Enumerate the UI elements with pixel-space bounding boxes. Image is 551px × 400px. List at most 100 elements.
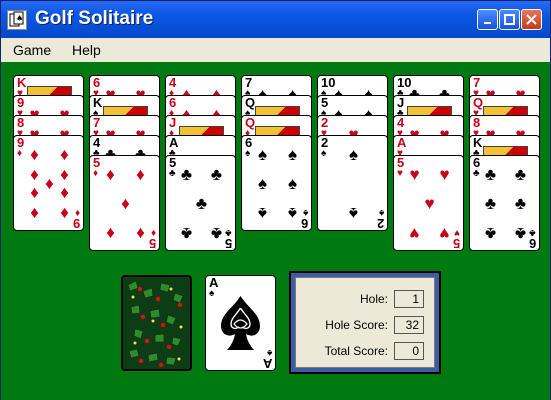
heart-icon: ♥ bbox=[409, 165, 420, 184]
spade-icon: ♠ bbox=[257, 204, 268, 223]
card-rank: 5 bbox=[148, 236, 156, 251]
close-icon bbox=[526, 14, 537, 25]
diamond-icon: ♦ bbox=[150, 227, 156, 238]
spade-icon: ♠ bbox=[266, 347, 272, 358]
tableau-card[interactable]: 9 ♦ ♦ ♦ ♦ ♦ ♦ ♦ ♦ ♦ ♦ 9 ♦ bbox=[13, 135, 84, 231]
diamond-icon: ♦ bbox=[121, 194, 130, 213]
club-icon: ♣ bbox=[514, 194, 527, 213]
tableau-card[interactable]: 5 ♦ ♦ ♦ ♦ ♦ ♦ 5 ♦ bbox=[89, 155, 160, 251]
card-rank: 9 bbox=[72, 216, 80, 231]
hole-label: Hole: bbox=[359, 292, 388, 306]
tableau-card[interactable]: 5 ♥ ♥ ♥ ♥ ♥ ♥ 5 ♥ bbox=[393, 155, 464, 251]
diamond-icon: ♦ bbox=[30, 204, 39, 223]
spade-icon: ♠ bbox=[348, 204, 359, 223]
heart-icon: ♥ bbox=[439, 224, 450, 243]
club-icon: ♣ bbox=[484, 224, 497, 243]
card-pips: ♣ ♣ ♣ ♣ ♣ ♣ bbox=[482, 165, 529, 243]
diamond-icon: ♦ bbox=[93, 168, 99, 179]
menu-help[interactable]: Help bbox=[72, 42, 101, 58]
spade-icon: ♠ bbox=[378, 207, 384, 218]
card-pips: ♠ ♠ ♠ ♠ ♠ ♠ bbox=[254, 145, 301, 223]
score-panel: Hole: 1 Hole Score: 32 Total Score: 0 bbox=[289, 271, 441, 374]
app-icon[interactable]: ♠ bbox=[7, 10, 27, 30]
ace-of-spades-icon bbox=[221, 296, 260, 350]
heart-icon: ♥ bbox=[409, 224, 420, 243]
spade-icon: ♠ bbox=[287, 204, 298, 223]
diamond-icon: ♦ bbox=[136, 165, 145, 184]
tableau-card[interactable]: 6 ♣ ♣ ♣ ♣ ♣ ♣ ♣ 6 ♣ bbox=[469, 155, 540, 251]
card-pips: ♣ ♣ ♣ ♣ ♣ bbox=[178, 165, 225, 243]
menu-game[interactable]: Game bbox=[13, 42, 51, 58]
diamond-icon: ♦ bbox=[106, 165, 115, 184]
game-table: A ♠ A ♠ Hole: 1 Hole Score: 32 Total Sco… bbox=[1, 62, 550, 400]
hole-value: 1 bbox=[394, 290, 424, 308]
card-rank: 6 bbox=[300, 216, 308, 231]
heart-icon: ♥ bbox=[397, 168, 403, 179]
tableau-card[interactable]: 6 ♠ ♠ ♠ ♠ ♠ ♠ ♠ 6 ♠ bbox=[241, 135, 312, 231]
spade-icon: ♠ bbox=[321, 148, 327, 159]
tableau-card[interactable]: 5 ♣ ♣ ♣ ♣ ♣ ♣ 5 ♣ bbox=[165, 155, 236, 251]
heart-icon: ♥ bbox=[439, 165, 450, 184]
spade-icon: ♠ bbox=[245, 148, 251, 159]
club-icon: ♣ bbox=[529, 227, 536, 238]
spade-icon: ♠ bbox=[257, 145, 268, 164]
diamond-icon: ♦ bbox=[60, 184, 69, 203]
diamond-icon: ♦ bbox=[136, 224, 145, 243]
heart-icon: ♥ bbox=[454, 227, 460, 238]
diamond-icon: ♦ bbox=[30, 184, 39, 203]
total-score-value: 0 bbox=[394, 342, 424, 360]
card-pips: ♦ ♦ ♦ ♦ ♦ bbox=[102, 165, 149, 243]
diamond-icon: ♦ bbox=[60, 145, 69, 164]
club-icon: ♣ bbox=[180, 165, 193, 184]
spade-icon: ♠ bbox=[287, 145, 298, 164]
maximize-button[interactable] bbox=[499, 9, 520, 30]
club-icon: ♣ bbox=[210, 165, 223, 184]
window-title: Golf Solitaire bbox=[35, 8, 154, 29]
card-pips: ♥ ♥ ♥ ♥ ♥ bbox=[406, 165, 453, 243]
card-rank: 5 bbox=[452, 236, 460, 251]
minimize-icon bbox=[483, 21, 491, 24]
spade-icon: ♠ bbox=[209, 288, 215, 299]
diamond-icon: ♦ bbox=[30, 145, 39, 164]
maximize-icon bbox=[504, 14, 515, 25]
card-pips: ♠ ♠ bbox=[330, 146, 377, 223]
minimize-button[interactable] bbox=[477, 9, 498, 30]
svg-text:♠: ♠ bbox=[16, 14, 23, 23]
holly-card-back-icon bbox=[123, 277, 190, 369]
menu-bar: Game Help bbox=[1, 38, 550, 62]
tableau-card[interactable]: 2 ♠ ♠ ♠ 2 ♠ bbox=[317, 135, 388, 231]
club-icon: ♣ bbox=[484, 194, 497, 213]
close-button[interactable] bbox=[521, 9, 542, 30]
club-icon: ♣ bbox=[225, 227, 232, 238]
game-window: ♠ Golf Solitaire Game Help A ♠ A ♠ Hole:… bbox=[0, 0, 551, 400]
hole-score-value: 32 bbox=[394, 316, 424, 334]
card-pips: ♦ ♦ ♦ ♦ ♦ ♦ ♦ ♦ ♦ bbox=[26, 145, 73, 223]
waste-card[interactable]: A ♠ A ♠ bbox=[205, 275, 276, 371]
card-rank: 6 bbox=[528, 236, 536, 251]
club-icon: ♣ bbox=[210, 224, 223, 243]
heart-icon: ♥ bbox=[424, 194, 435, 213]
club-icon: ♣ bbox=[514, 165, 527, 184]
total-score-label: Total Score: bbox=[324, 344, 388, 358]
card-rank: 2 bbox=[376, 216, 384, 231]
card-rank: 5 bbox=[224, 236, 232, 251]
club-icon: ♣ bbox=[514, 224, 527, 243]
spade-icon: ♠ bbox=[287, 174, 298, 193]
score-panel-inner: Hole: 1 Hole Score: 32 Total Score: 0 bbox=[295, 277, 435, 368]
club-icon: ♣ bbox=[195, 194, 208, 213]
spade-icon: ♠ bbox=[302, 207, 308, 218]
diamond-icon: ♦ bbox=[60, 165, 69, 184]
card-rank: A bbox=[262, 356, 272, 371]
diamond-icon: ♦ bbox=[17, 148, 23, 159]
spade-icon: ♠ bbox=[257, 174, 268, 193]
club-icon: ♣ bbox=[169, 168, 176, 179]
club-icon: ♣ bbox=[484, 165, 497, 184]
hole-score-label: Hole Score: bbox=[325, 318, 388, 332]
title-bar[interactable]: ♠ Golf Solitaire bbox=[1, 1, 550, 38]
diamond-icon: ♦ bbox=[60, 204, 69, 223]
club-icon: ♣ bbox=[180, 224, 193, 243]
diamond-icon: ♦ bbox=[106, 224, 115, 243]
stock-pile[interactable] bbox=[121, 275, 192, 371]
club-icon: ♣ bbox=[473, 168, 480, 179]
diamond-icon: ♦ bbox=[74, 207, 80, 218]
